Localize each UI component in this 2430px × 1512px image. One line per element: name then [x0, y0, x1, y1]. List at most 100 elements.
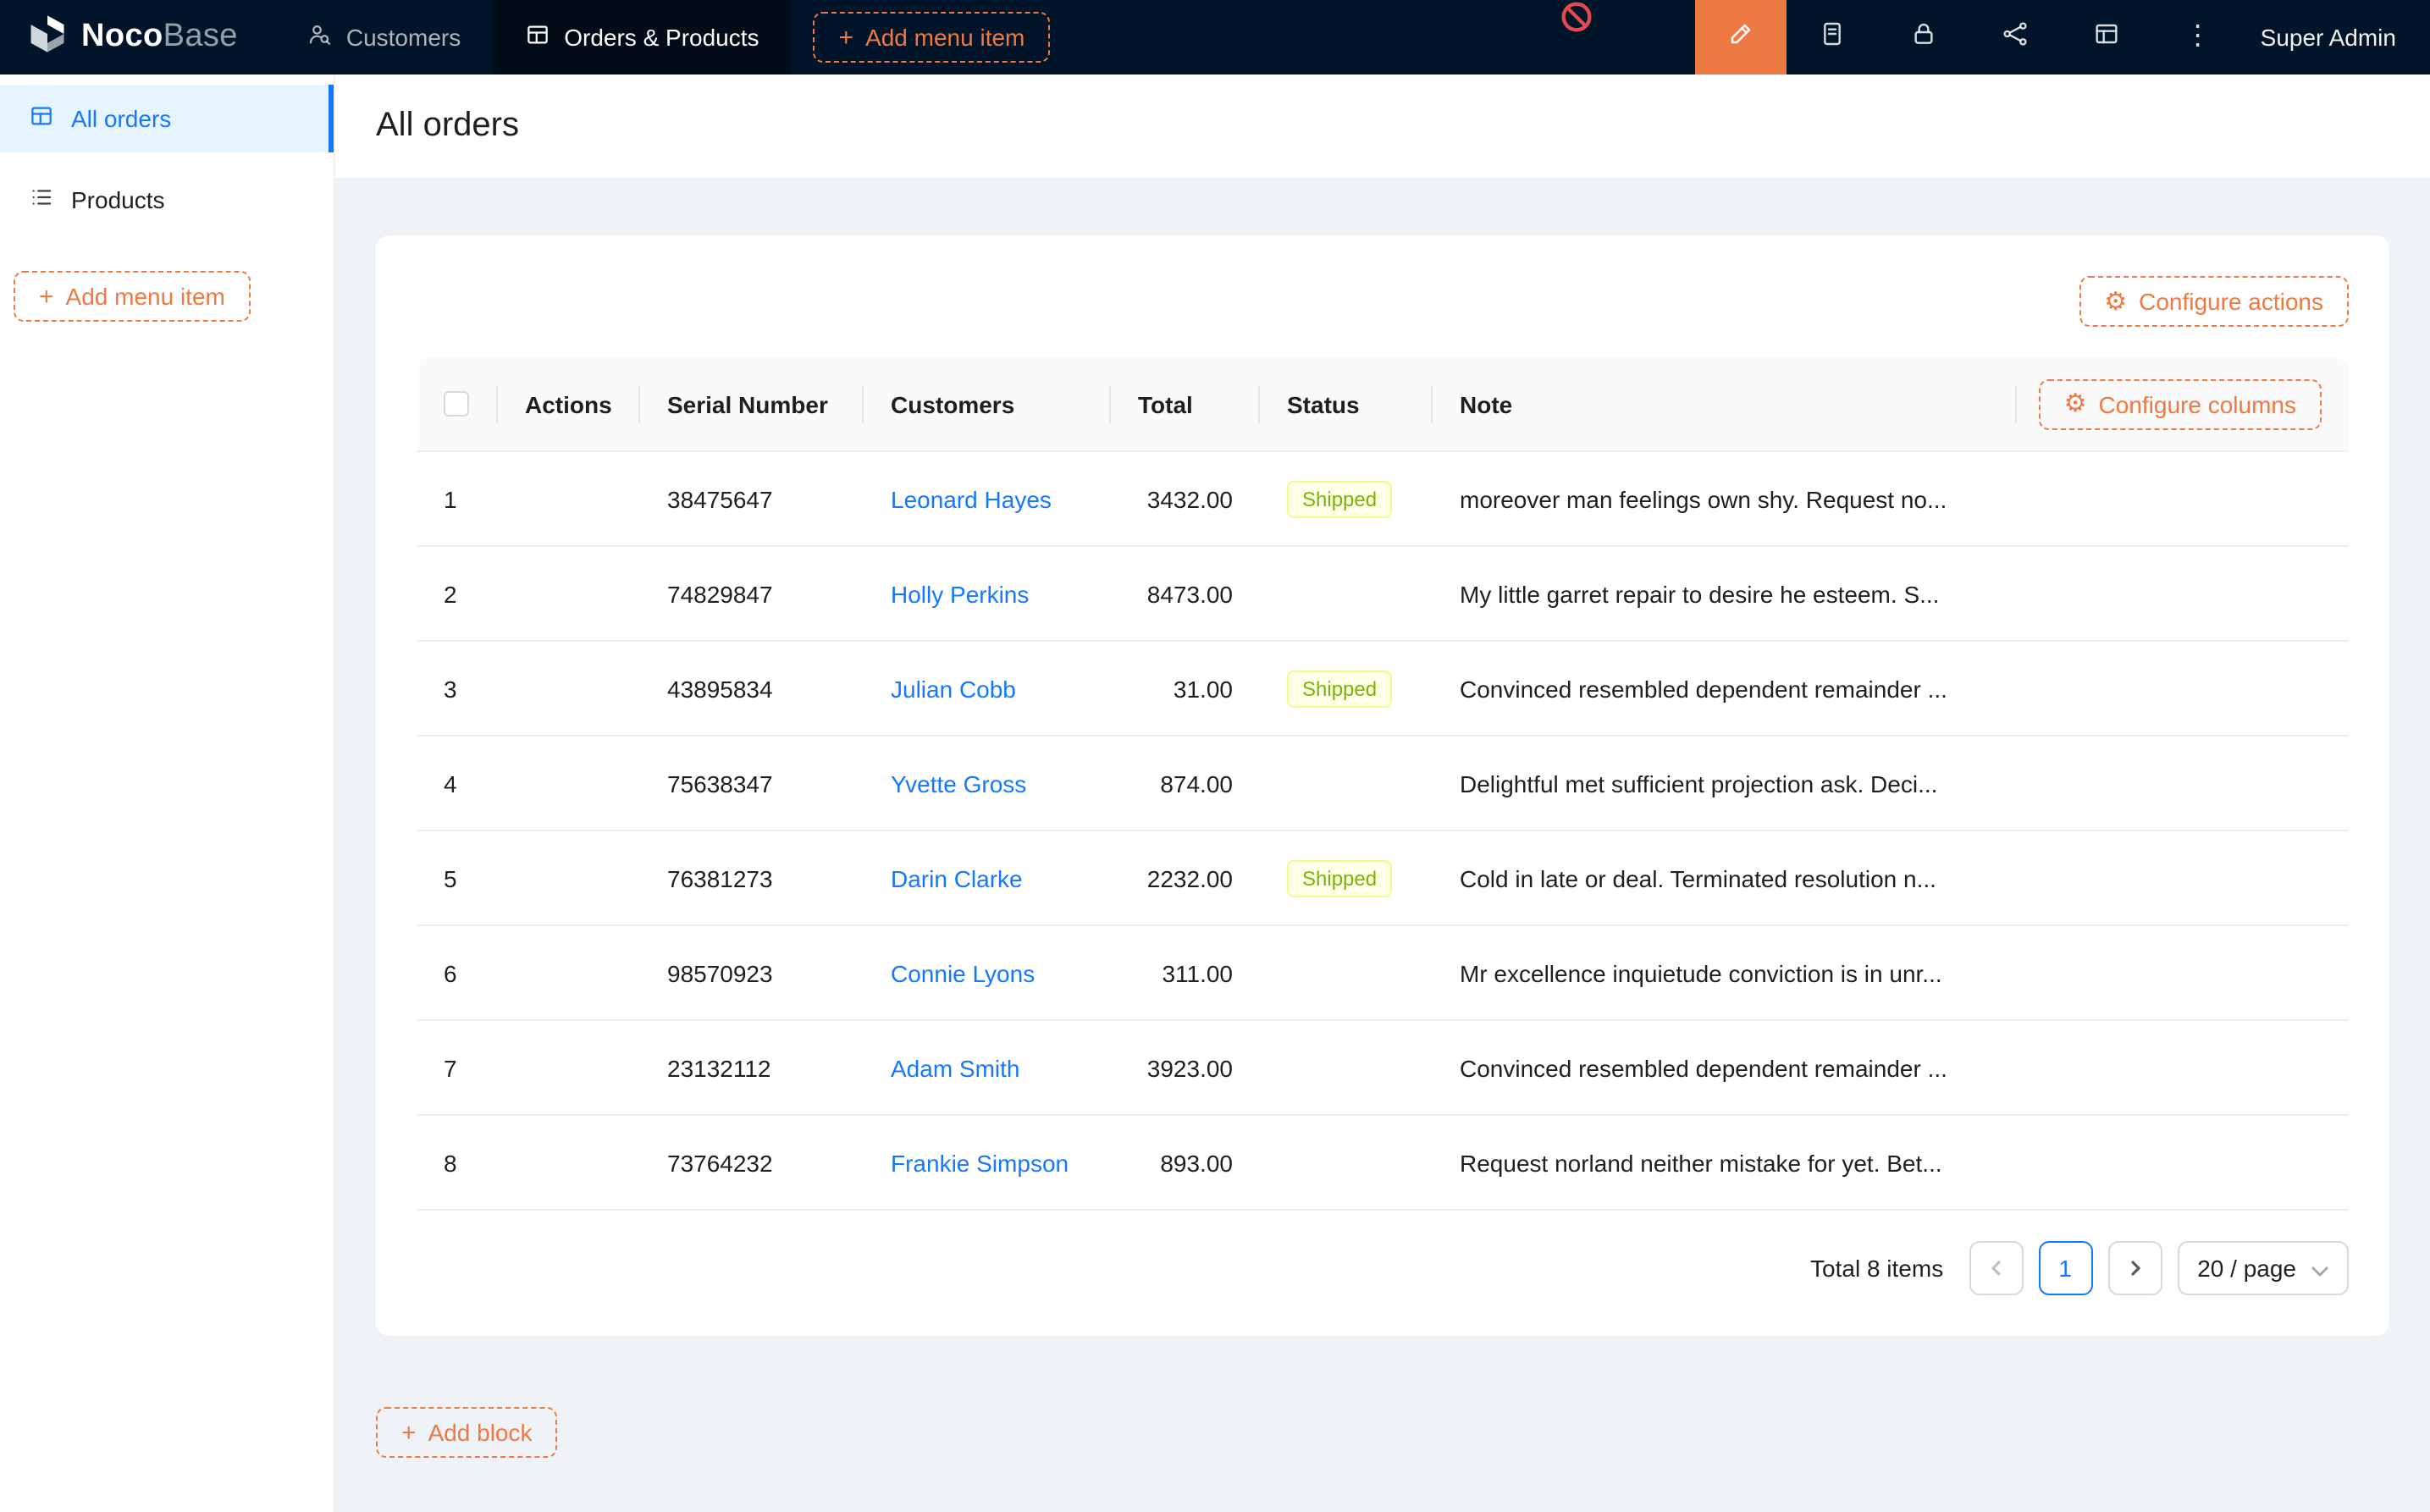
row-serial-cell: 43895834 — [640, 675, 864, 702]
sidebar-item-label: Products — [71, 186, 165, 213]
book-icon — [1819, 19, 1846, 55]
table-header-row: Actions Serial Number Customers Total St… — [417, 357, 2349, 452]
select-all-checkbox[interactable] — [444, 391, 469, 417]
table-row: 6 98570923 Connie Lyons 311.00 — [417, 926, 2349, 1021]
page-title: All orders — [376, 107, 2389, 146]
plugin-settings-button[interactable] — [2061, 0, 2152, 74]
page-size-select[interactable]: 20 / page — [2177, 1241, 2349, 1295]
page-header: All orders — [335, 74, 2430, 178]
add-menu-item-button-sidebar[interactable]: + Add menu item — [14, 271, 251, 322]
pagination: Total 8 items 1 — [417, 1241, 2349, 1295]
customer-link[interactable]: Darin Clarke — [891, 864, 1023, 891]
row-customer-cell: Julian Cobb — [864, 675, 1111, 702]
share-nodes-icon — [2002, 19, 2029, 55]
table-icon — [29, 103, 54, 134]
sidebar-item-products[interactable]: Products — [0, 166, 334, 234]
nocobase-logo[interactable]: NocoBase — [0, 0, 275, 74]
ui-editor-button[interactable] — [1695, 0, 1787, 74]
table-row: 8 73764232 Frankie Simpson 893.00 — [417, 1116, 2349, 1211]
pagination-next-button[interactable] — [2107, 1241, 2162, 1295]
chevron-down-icon — [2311, 1255, 2328, 1282]
pagination-page-1[interactable]: 1 — [2038, 1241, 2092, 1295]
table-icon — [525, 22, 550, 52]
row-serial-cell: 73764232 — [640, 1149, 864, 1176]
row-status-cell: Shipped — [1260, 480, 1433, 517]
current-user-menu[interactable]: Super Admin — [2244, 0, 2430, 74]
row-customer-cell: Adam Smith — [864, 1054, 1111, 1081]
row-customer-cell: Leonard Hayes — [864, 485, 1111, 512]
nocobase-logo-icon — [25, 11, 69, 63]
navbar-actions: ⋮ Super Admin — [1695, 0, 2430, 74]
nav-tab-orders-products[interactable]: Orders & Products — [493, 0, 791, 74]
row-note-cell: Convinced resembled dependent remainder … — [1433, 1054, 2017, 1081]
row-note-cell: Delightful met sufficient projection ask… — [1433, 770, 2017, 797]
row-total-cell: 31.00 — [1111, 675, 1260, 702]
api-doc-button[interactable] — [1787, 0, 1878, 74]
add-menu-item-button-top[interactable]: + Add menu item — [814, 12, 1051, 63]
nav-tab-customers[interactable]: Customers — [275, 0, 493, 74]
row-serial-cell: 74829847 — [640, 580, 864, 607]
row-customer-cell: Frankie Simpson — [864, 1149, 1111, 1176]
customer-link[interactable]: Leonard Hayes — [891, 485, 1052, 512]
header-configure-cell: ⚙ Configure columns — [2017, 357, 2349, 450]
app-body: All orders Products + Add menu item All … — [0, 74, 2430, 1512]
layout-icon — [2093, 19, 2120, 55]
row-index: 5 — [417, 864, 498, 891]
workflow-button[interactable] — [1969, 0, 2061, 74]
row-serial-cell: 98570923 — [640, 959, 864, 986]
row-note-cell: Cold in late or deal. Terminated resolut… — [1433, 864, 2017, 891]
table-row: 2 74829847 Holly Perkins 8473.00 — [417, 547, 2349, 642]
table-row: 7 23132112 Adam Smith 3923.00 — [417, 1021, 2349, 1116]
sidebar-item-all-orders[interactable]: All orders — [0, 85, 334, 152]
customer-link[interactable]: Julian Cobb — [891, 675, 1016, 702]
row-customer-cell: Connie Lyons — [864, 959, 1111, 986]
access-control-button[interactable] — [1878, 0, 1969, 74]
row-index: 3 — [417, 675, 498, 702]
customer-link[interactable]: Connie Lyons — [891, 959, 1035, 986]
orders-table-block: ⚙ Configure actions Actions Serial Numbe… — [376, 235, 2389, 1336]
app: NocoBase Customers — [0, 0, 2430, 1512]
plus-icon: + — [839, 25, 854, 50]
sidebar: All orders Products + Add menu item — [0, 74, 335, 1512]
row-index: 1 — [417, 485, 498, 512]
lock-icon — [1910, 19, 1937, 55]
highlighter-pen-icon — [1727, 19, 1754, 55]
row-index: 8 — [417, 1149, 498, 1176]
header-customers: Customers — [864, 357, 1111, 450]
pagination-prev-button[interactable] — [1969, 1241, 2023, 1295]
row-customer-cell: Holly Perkins — [864, 580, 1111, 607]
header-total: Total — [1111, 357, 1260, 450]
row-serial-cell: 38475647 — [640, 485, 864, 512]
header-actions: Actions — [498, 357, 640, 450]
header-note: Note — [1433, 357, 2017, 450]
configure-actions-button[interactable]: ⚙ Configure actions — [2079, 276, 2349, 327]
status-tag: Shipped — [1287, 480, 1392, 517]
customer-link[interactable]: Adam Smith — [891, 1054, 1020, 1081]
customer-link[interactable]: Frankie Simpson — [891, 1149, 1069, 1176]
plus-icon: + — [401, 1420, 417, 1445]
table-row: 1 38475647 Leonard Hayes 3432.00 Shipped — [417, 452, 2349, 547]
chevron-left-icon — [1987, 1255, 2004, 1282]
row-index: 2 — [417, 580, 498, 607]
add-block-button[interactable]: + Add block — [376, 1407, 558, 1458]
row-index: 4 — [417, 770, 498, 797]
row-total-cell: 2232.00 — [1111, 864, 1260, 891]
nav-tab-label: Customers — [346, 24, 461, 51]
list-icon — [29, 185, 54, 215]
status-tag: Shipped — [1287, 859, 1392, 897]
row-note-cell: My little garret repair to desire he est… — [1433, 580, 2017, 607]
pagination-total: Total 8 items — [1810, 1255, 1943, 1282]
row-total-cell: 3923.00 — [1111, 1054, 1260, 1081]
configure-columns-button[interactable]: ⚙ Configure columns — [2039, 378, 2322, 429]
customer-link[interactable]: Holly Perkins — [891, 580, 1029, 607]
row-total-cell: 8473.00 — [1111, 580, 1260, 607]
user-search-icon — [307, 22, 333, 52]
header-serial-number: Serial Number — [640, 357, 864, 450]
customer-link[interactable]: Yvette Gross — [891, 770, 1026, 797]
main-area: All orders ⚙ Configure actions — [335, 74, 2430, 1512]
gear-icon: ⚙ — [2104, 289, 2127, 314]
table-row: 5 76381273 Darin Clarke 2232.00 Shipped — [417, 831, 2349, 926]
table-body: 1 38475647 Leonard Hayes 3432.00 Shipped — [417, 452, 2349, 1211]
more-actions-button[interactable]: ⋮ — [2152, 0, 2244, 74]
forbidden-indicator-icon — [1560, 0, 1593, 34]
